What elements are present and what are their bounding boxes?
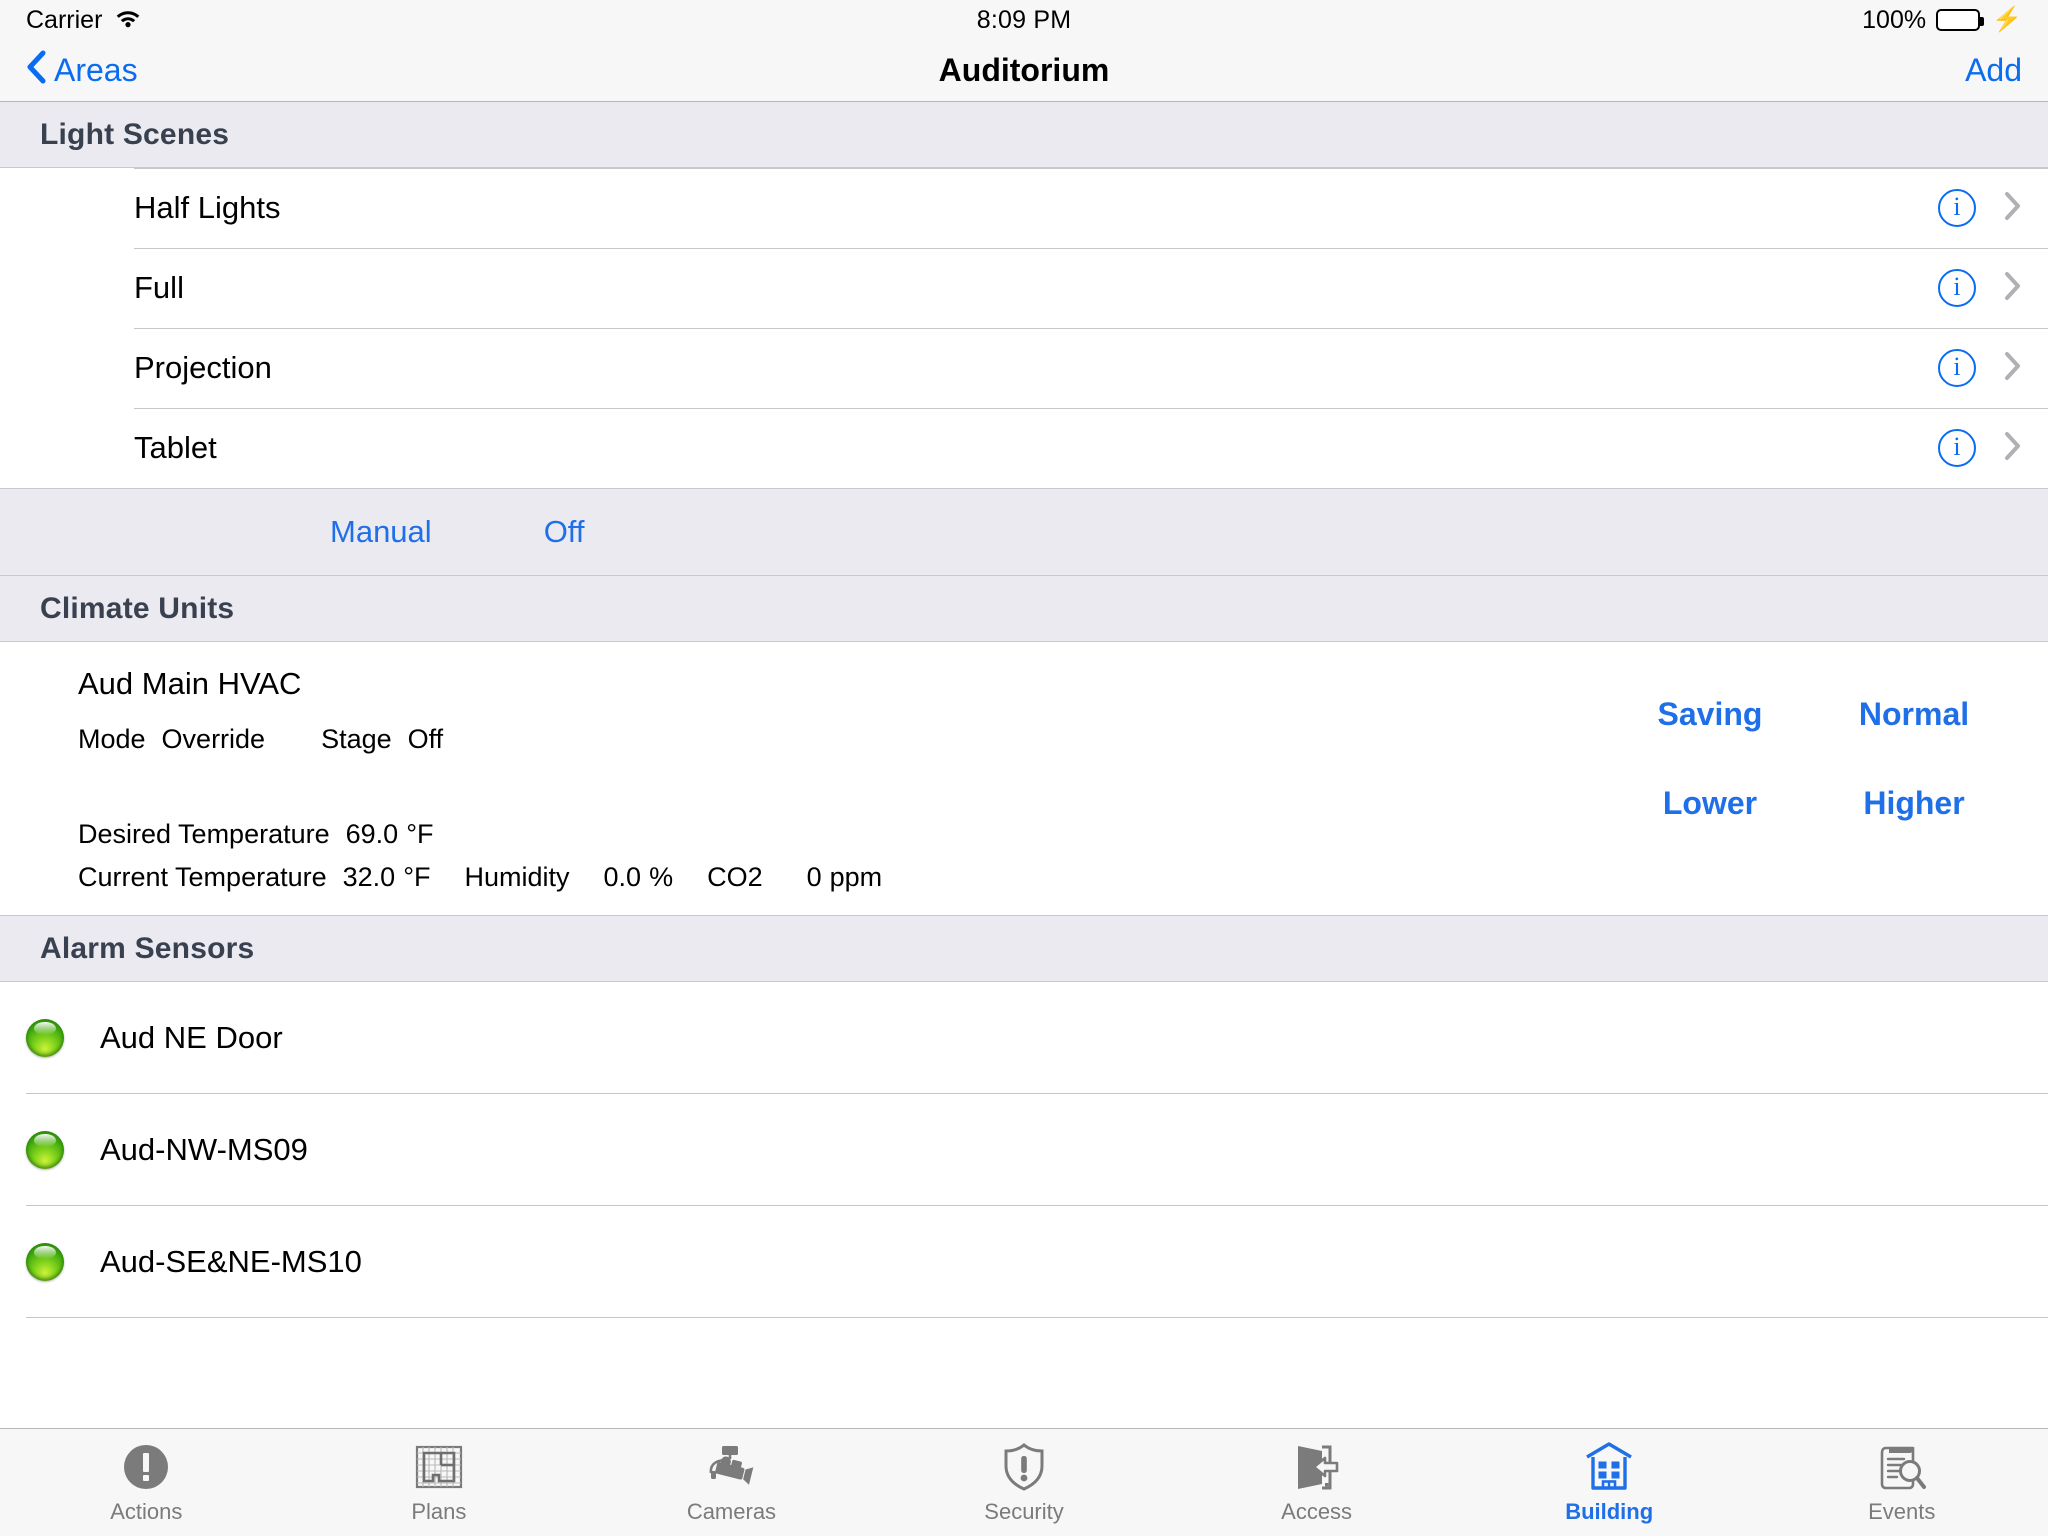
document-search-icon: [1877, 1441, 1927, 1493]
back-button-label: Areas: [54, 52, 138, 88]
section-header-climate-units: Climate Units: [0, 576, 2048, 642]
humidity-label: Humidity: [464, 862, 570, 892]
info-circle-icon[interactable]: i: [1938, 349, 1976, 387]
exclamation-circle-icon: [122, 1441, 170, 1493]
list-item-light-scene[interactable]: Half Lights i: [0, 168, 2048, 248]
climate-readings: Desired Temperature 69.0 °F Current Temp…: [78, 819, 2022, 893]
chevron-right-icon: [2004, 351, 2022, 386]
info-circle-icon[interactable]: i: [1938, 429, 1976, 467]
manual-button[interactable]: Manual: [330, 514, 432, 550]
bolt-icon: ⚡: [1992, 6, 2022, 33]
normal-button[interactable]: Normal: [1840, 696, 1988, 733]
desired-temperature-line: Desired Temperature 69.0 °F: [78, 819, 2022, 850]
navigation-bar: Areas Auditorium Add: [0, 40, 2048, 102]
list-item-light-scene[interactable]: Projection i: [0, 328, 2048, 408]
stage-value: Off: [407, 724, 444, 754]
climate-controls: Saving Normal Lower Higher: [1636, 696, 1988, 822]
tab-access[interactable]: Access: [1170, 1429, 1463, 1536]
light-scene-label: Full: [134, 270, 184, 305]
content-area: Light Scenes Half Lights i Full i Projec…: [0, 102, 2048, 1428]
humidity-unit: %: [649, 862, 674, 892]
status-bar-time: 8:09 PM: [976, 5, 1072, 34]
tab-label: Events: [1868, 1498, 1936, 1524]
climate-temperature-buttons: Lower Higher: [1636, 785, 1988, 822]
climate-unit-card: Aud Main HVAC Mode Override Stage Off De…: [0, 642, 2048, 916]
co2-unit: ppm: [829, 862, 883, 892]
chevron-right-icon: [2004, 271, 2022, 306]
info-circle-icon[interactable]: i: [1938, 269, 1976, 307]
tab-security[interactable]: Security: [878, 1429, 1171, 1536]
status-bar: Carrier 8:09 PM 100% ⚡: [0, 0, 2048, 40]
tab-events[interactable]: Events: [1755, 1429, 2048, 1536]
higher-button[interactable]: Higher: [1840, 785, 1988, 822]
humidity-value: 0.0: [603, 862, 642, 892]
row-accessories: i: [1938, 349, 2022, 387]
chevron-right-icon: [2004, 191, 2022, 226]
tab-label: Cameras: [686, 1498, 777, 1524]
off-button[interactable]: Off: [544, 514, 585, 550]
lower-button[interactable]: Lower: [1636, 785, 1784, 822]
current-temperature-label: Current Temperature: [78, 862, 327, 892]
status-bar-right: 100% ⚡: [1862, 6, 2022, 35]
list-item-alarm-sensor[interactable]: Aud-SE&NE-MS10: [0, 1206, 2048, 1318]
green-led-icon: [26, 1131, 64, 1169]
alarm-sensor-label: Aud NE Door: [100, 1020, 283, 1055]
desired-temperature-label: Desired Temperature: [78, 819, 330, 849]
cctv-camera-icon: [704, 1441, 758, 1493]
section-header-alarm-sensors: Alarm Sensors: [0, 916, 2048, 982]
back-button[interactable]: Areas: [26, 50, 138, 92]
building-icon: [1584, 1441, 1634, 1493]
list-item-alarm-sensor[interactable]: Aud-NW-MS09: [0, 1094, 2048, 1206]
desired-temperature-value: 69.0: [345, 819, 399, 849]
tab-label: Access: [1281, 1498, 1353, 1524]
mode-label: Mode: [78, 724, 146, 754]
row-accessories: i: [1938, 269, 2022, 307]
alarm-sensor-label: Aud-SE&NE-MS10: [100, 1244, 362, 1279]
chevron-left-icon: [26, 50, 46, 92]
alarm-sensor-label: Aud-NW-MS09: [100, 1132, 308, 1167]
tab-actions[interactable]: Actions: [0, 1429, 293, 1536]
tab-plans[interactable]: Plans: [293, 1429, 586, 1536]
info-circle-icon[interactable]: i: [1938, 189, 1976, 227]
stage-label: Stage: [321, 724, 392, 754]
app-screen: Carrier 8:09 PM 100% ⚡ Areas Auditorium …: [0, 0, 2048, 1536]
section-header-light-scenes: Light Scenes: [0, 102, 2048, 168]
saving-button[interactable]: Saving: [1636, 696, 1784, 733]
page-title: Auditorium: [938, 52, 1110, 88]
tab-cameras[interactable]: Cameras: [585, 1429, 878, 1536]
mode-value: Override: [161, 724, 266, 754]
add-button[interactable]: Add: [1965, 52, 2022, 89]
tab-building[interactable]: Building: [1463, 1429, 1756, 1536]
green-led-icon: [26, 1243, 64, 1281]
current-readings-line: Current Temperature 32.0 °F Humidity 0.0…: [78, 862, 2022, 893]
row-accessories: i: [1938, 429, 2022, 467]
tab-label: Plans: [411, 1498, 467, 1524]
shield-exclamation-icon: [1002, 1441, 1046, 1493]
climate-mode-buttons: Saving Normal: [1636, 696, 1988, 733]
list-item-alarm-sensor[interactable]: Aud NE Door: [0, 982, 2048, 1094]
floorplan-grid-icon: [415, 1441, 463, 1493]
list-item-light-scene[interactable]: Full i: [0, 248, 2048, 328]
chevron-right-icon: [2004, 431, 2022, 466]
desired-temperature-unit: °F: [406, 819, 434, 849]
list-item-light-scene[interactable]: Tablet i: [0, 408, 2048, 488]
light-scene-label: Projection: [134, 350, 272, 385]
door-exit-icon: [1292, 1441, 1342, 1493]
co2-value: 0: [806, 862, 822, 892]
tab-label: Security: [984, 1498, 1064, 1524]
light-scene-actions: Manual Off: [0, 488, 2048, 576]
row-accessories: i: [1938, 189, 2022, 227]
light-scene-label: Half Lights: [134, 190, 281, 225]
battery-icon: [1936, 9, 1985, 31]
green-led-icon: [26, 1019, 64, 1057]
current-temperature-value: 32.0: [342, 862, 396, 892]
current-temperature-unit: °F: [403, 862, 431, 892]
tab-bar: Actions Plans Cameras Security Access Bu…: [0, 1428, 2048, 1536]
co2-label: CO2: [707, 862, 763, 892]
battery-percent-label: 100%: [1862, 5, 1927, 34]
tab-label: Actions: [110, 1498, 183, 1524]
light-scene-label: Tablet: [134, 430, 217, 465]
tab-label: Building: [1565, 1498, 1654, 1524]
